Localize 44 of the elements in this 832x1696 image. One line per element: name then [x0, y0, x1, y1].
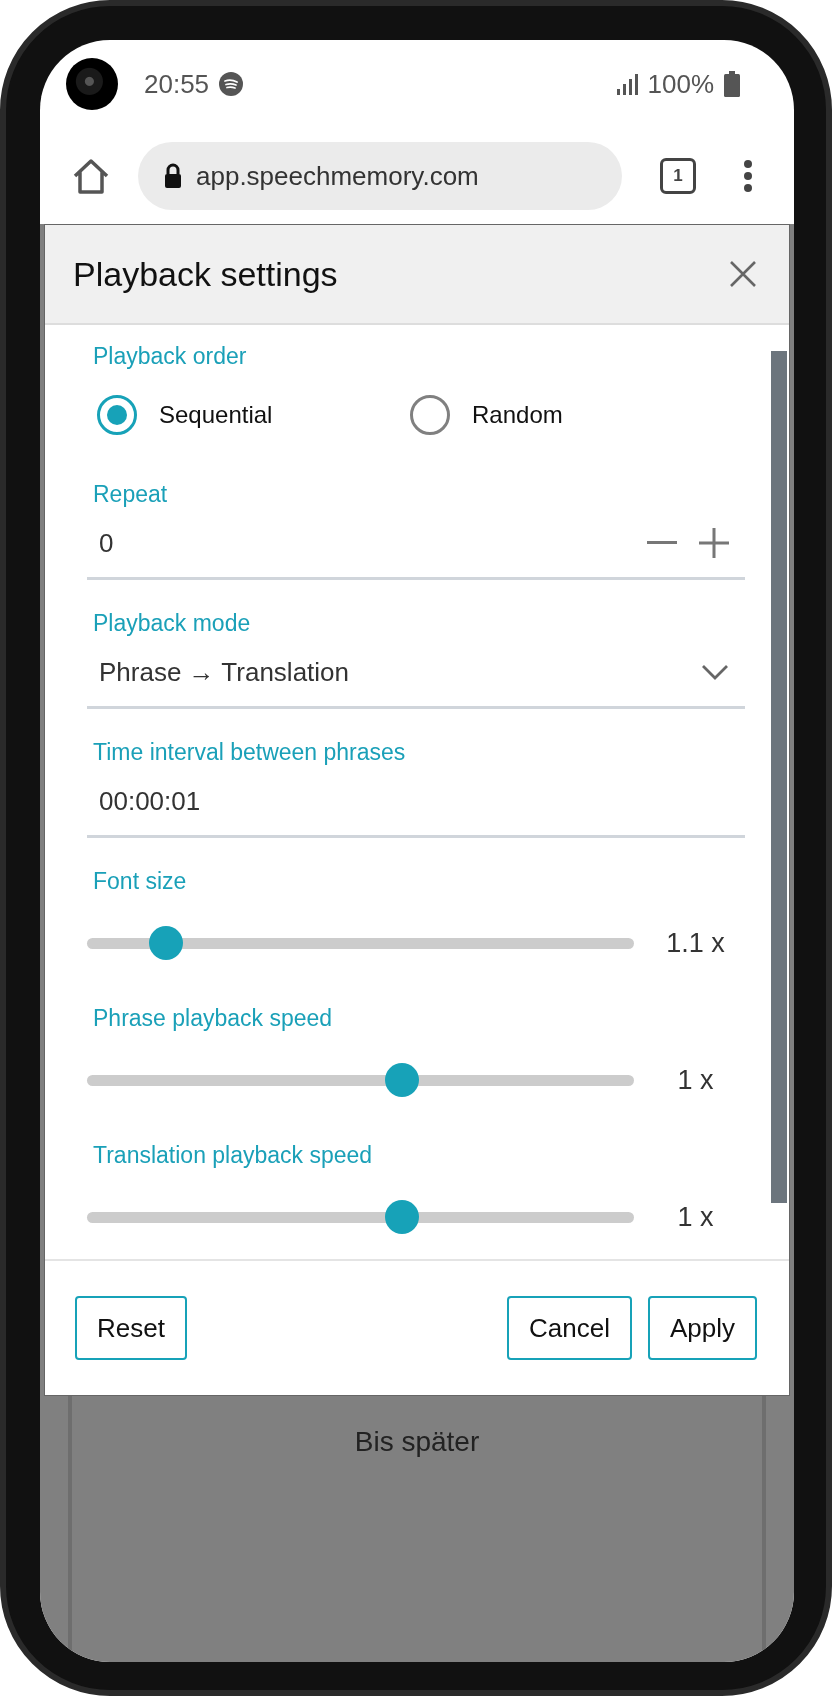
field-label: Font size	[93, 867, 188, 896]
slider-thumb[interactable]	[384, 1200, 419, 1234]
radio-button[interactable]	[97, 395, 137, 435]
field-label: Playback mode	[93, 609, 252, 638]
dialog-button[interactable]: Apply	[647, 1296, 757, 1360]
radio-label[interactable]: Random	[472, 401, 563, 429]
dialog-button[interactable]: Cancel	[507, 1296, 632, 1360]
camera-icon	[66, 58, 118, 110]
slider[interactable]	[87, 1200, 634, 1234]
music-app-icon	[219, 72, 244, 96]
field-label: Playback order	[93, 342, 248, 371]
minus-icon[interactable]	[647, 541, 677, 545]
plus-icon[interactable]	[699, 528, 729, 558]
dialog-title: Playback settings	[73, 254, 338, 294]
repeat-field[interactable]: 0	[87, 509, 745, 580]
home-icon[interactable]	[72, 158, 110, 194]
radio-label[interactable]: Sequential	[159, 401, 273, 429]
interval-field[interactable]: 00:00:01	[87, 767, 745, 838]
reset-button[interactable]: Reset	[75, 1296, 187, 1360]
slider[interactable]	[87, 926, 634, 960]
chevron-down-icon	[701, 664, 729, 680]
phrase-text: Bis später	[354, 1426, 480, 1459]
scrollbar[interactable]	[771, 351, 787, 1203]
slider[interactable]	[87, 1063, 634, 1097]
field-label: Phrase playback speed	[93, 1004, 334, 1033]
menu-icon[interactable]	[742, 159, 754, 193]
address-bar[interactable]: app.speechmemory.com	[138, 142, 622, 210]
field-label: Time interval between phrases	[93, 738, 407, 767]
slider-value: 1 x	[676, 1064, 715, 1096]
signal-icon	[615, 73, 638, 95]
lock-icon	[164, 163, 182, 189]
close-icon[interactable]	[729, 260, 757, 288]
slider-thumb[interactable]	[148, 926, 183, 960]
field-label: Translation playback speed	[93, 1141, 374, 1170]
battery-percent: 100%	[647, 68, 714, 100]
tab-count-button[interactable]: 1	[660, 158, 696, 194]
radio-button[interactable]	[410, 395, 450, 435]
slider-value: 1.1 x	[665, 927, 726, 959]
mode-select[interactable]: Phrase → Translation	[87, 638, 745, 709]
slider-thumb[interactable]	[384, 1063, 419, 1097]
field-label: Repeat	[93, 480, 169, 509]
slider-value: 1 x	[676, 1201, 715, 1233]
status-time: 20:55	[144, 68, 210, 100]
battery-icon	[724, 71, 740, 97]
